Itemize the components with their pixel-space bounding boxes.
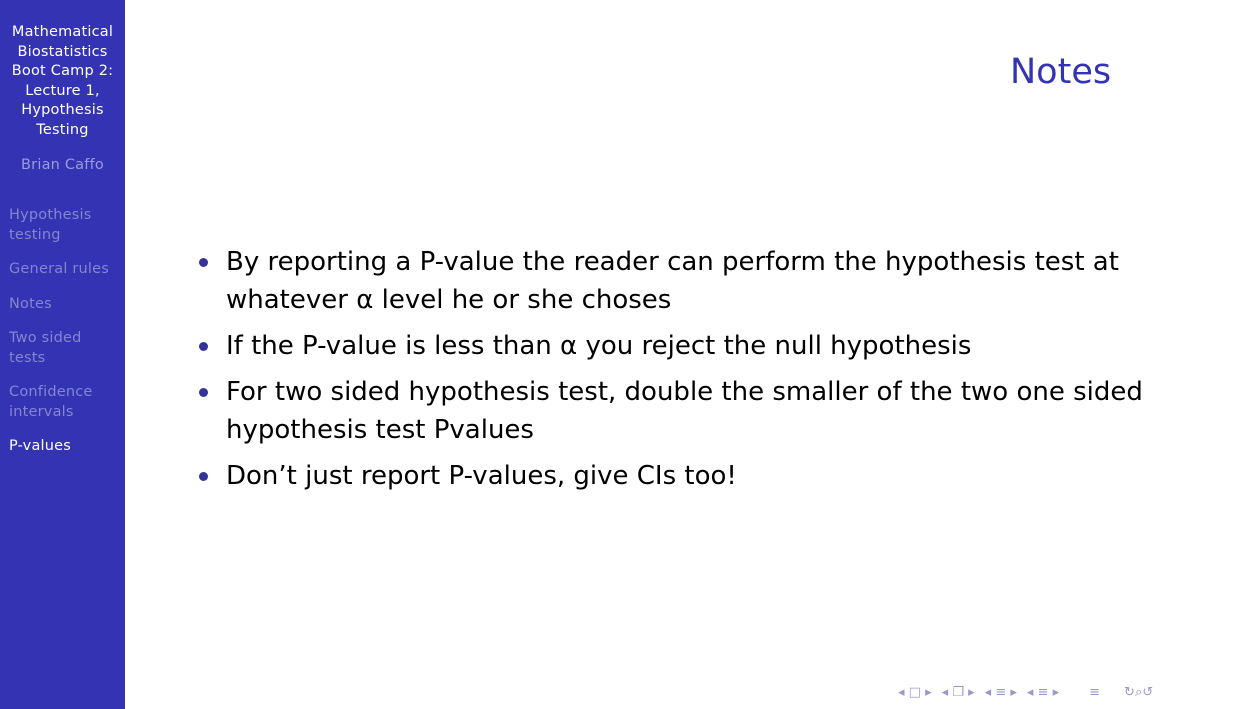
- bullet-text: By reporting a P-value the reader can pe…: [226, 247, 1119, 315]
- bullet-item: By reporting a P-value the reader can pe…: [196, 243, 1236, 319]
- nav-item-two-sided-tests[interactable]: Two sided tests: [9, 329, 121, 368]
- presentation-title-text: Mathematical Biostatistics Boot Camp 2: …: [11, 24, 114, 138]
- subsection-icon[interactable]: ❐: [952, 684, 964, 702]
- subsection-nav-group: ◂ ❐ ▸: [942, 684, 975, 702]
- nav-item-confidence-intervals[interactable]: Confidence intervals: [9, 383, 121, 422]
- author-name-text: Brian Caffo: [21, 157, 104, 173]
- subsection-prev-icon[interactable]: ◂: [942, 684, 949, 702]
- bullet-item: Don’t just report P-values, give CIs too…: [196, 457, 1236, 495]
- frame-nav-group: ◂ □ ▸: [898, 684, 932, 702]
- document-next-icon[interactable]: ▸: [1053, 684, 1060, 702]
- section-prev-icon[interactable]: ◂: [985, 684, 992, 702]
- bullet-item: If the P-value is less than α you reject…: [196, 327, 1236, 365]
- search-icon[interactable]: ↻⌕↺: [1124, 684, 1153, 702]
- bullet-icon: [199, 388, 208, 397]
- bullet-text: If the P-value is less than α you reject…: [226, 331, 972, 361]
- document-icon[interactable]: ≡: [1038, 684, 1049, 702]
- bullet-item: For two sided hypothesis test, double th…: [196, 373, 1236, 449]
- frame-next-icon[interactable]: ▸: [925, 684, 932, 702]
- presentation-title[interactable]: Mathematical Biostatistics Boot Camp 2: …: [0, 23, 125, 140]
- section-nav-group: ◂ ≡ ▸: [985, 684, 1017, 702]
- appendix-icon[interactable]: ≡: [1089, 684, 1100, 702]
- frame-prev-icon[interactable]: ◂: [898, 684, 905, 702]
- section-icon[interactable]: ≡: [995, 684, 1006, 702]
- frame-icon[interactable]: □: [909, 684, 921, 702]
- author-name[interactable]: Brian Caffo: [0, 156, 125, 176]
- frame-title: Notes: [1010, 52, 1112, 92]
- beamer-navigation-bar: ◂ □ ▸ ◂ ❐ ▸ ◂ ≡ ▸ ◂ ≡ ▸ ≡ ↻⌕↺: [898, 684, 1153, 702]
- section-nav: Hypothesis testing General rules Notes T…: [9, 206, 121, 472]
- bullet-list: By reporting a P-value the reader can pe…: [196, 243, 1236, 503]
- nav-item-hypothesis-testing[interactable]: Hypothesis testing: [9, 206, 121, 245]
- bullet-icon: [199, 342, 208, 351]
- bullet-icon: [199, 258, 208, 267]
- section-next-icon[interactable]: ▸: [1010, 684, 1017, 702]
- bullet-icon: [199, 472, 208, 481]
- sidebar: Mathematical Biostatistics Boot Camp 2: …: [0, 0, 125, 709]
- nav-item-general-rules[interactable]: General rules: [9, 260, 121, 280]
- document-prev-icon[interactable]: ◂: [1027, 684, 1034, 702]
- nav-item-notes[interactable]: Notes: [9, 295, 121, 315]
- bullet-text: For two sided hypothesis test, double th…: [226, 377, 1143, 445]
- document-nav-group: ◂ ≡ ▸: [1027, 684, 1059, 702]
- nav-item-p-values[interactable]: P-values: [9, 437, 121, 457]
- bullet-text: Don’t just report P-values, give CIs too…: [226, 461, 737, 491]
- subsection-next-icon[interactable]: ▸: [968, 684, 975, 702]
